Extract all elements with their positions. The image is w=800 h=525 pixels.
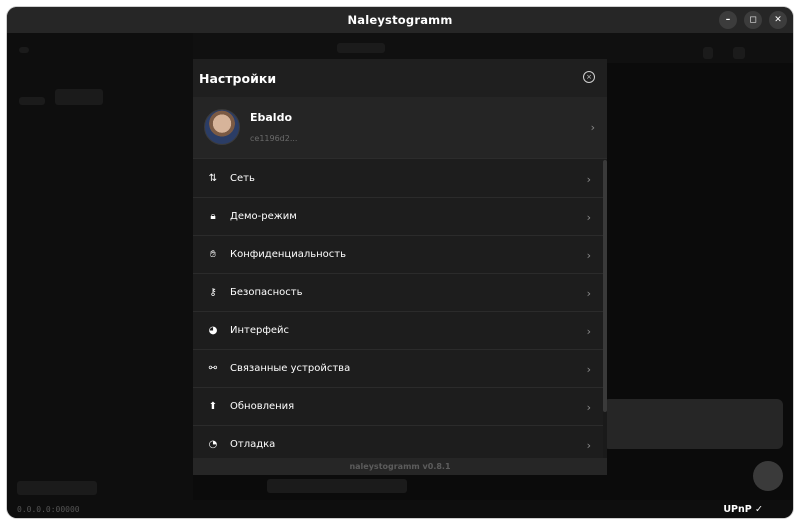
profile-id: ce1196d2... [250,134,298,143]
avatar [753,461,783,491]
settings-title: Настройки [199,70,277,86]
status-bar: 0.0.0.0:00000 UPnP ✓ [7,500,793,518]
settings-item-demo-mode[interactable]: 🔒︎ Демо-режим › [193,198,603,236]
close-settings-icon[interactable]: × [583,71,595,83]
chevron-right-icon: › [586,211,591,224]
profile-avatar [204,109,240,145]
settings-item-debug[interactable]: ◔ Отладка › [193,426,603,458]
phone-icon [703,47,713,59]
settings-item-security[interactable]: ⚷ Безопасность › [193,274,603,312]
chevron-right-icon: › [586,287,591,300]
chevron-right-icon: › [590,121,595,134]
chevron-right-icon: › [586,439,591,452]
more-icon [733,47,745,59]
settings-item-label: Отладка [230,439,276,450]
message-input [267,479,407,493]
upnp-status: UPnP ✓ [723,503,763,515]
settings-dialog: Настройки × Ebaldo ce1196d2... › ⇅ Сеть … [193,59,607,475]
settings-item-label: Интерфейс [230,325,290,336]
lock-icon: 🔒︎ [210,211,216,222]
profile-name: Ebaldo [250,111,293,124]
settings-header: Настройки × [193,59,607,97]
settings-item-linked-devices[interactable]: ⚯ Связанные устройства › [193,350,603,388]
placeholder-text [19,97,45,105]
placeholder-chip [55,89,103,105]
pie-chart-icon: ◔ [208,439,218,450]
chevron-right-icon: › [586,249,591,262]
settings-item-label: Демо-режим [230,211,297,222]
settings-item-updates[interactable]: ⬆ Обновления › [193,388,603,426]
settings-item-interface[interactable]: ◕ Интерфейс › [193,312,603,350]
settings-item-label: Конфиденциальность [230,249,347,260]
version-footer: naleystogramm v0.8.1 [193,458,607,475]
ip-address: 0.0.0.0:00000 [17,504,80,514]
settings-item-label: Безопасность [230,287,303,298]
chevron-right-icon: › [586,363,591,376]
scrollbar-thumb[interactable] [603,160,607,412]
chevron-right-icon: › [586,325,591,338]
settings-item-label: Сеть [230,173,255,184]
palette-icon: ◕ [208,325,218,336]
settings-item-label: Связанные устройства [230,363,351,374]
arrows-updown-icon: ⇅ [208,173,218,184]
window-title: Naleystogramm [347,13,453,27]
settings-item-label: Обновления [230,401,295,412]
title-bar[interactable]: Naleystogramm – ◻ ✕ [7,7,793,33]
close-window-button[interactable]: ✕ [769,11,787,29]
profile-card[interactable]: Ebaldo ce1196d2... › [193,97,607,159]
hand-icon: ✋︎ [210,249,216,260]
settings-item-privacy[interactable]: ✋︎ Конфиденциальность › [193,236,603,274]
key-icon: ⚷ [209,287,217,298]
menu-icon [19,47,29,53]
message-bubble [603,399,783,449]
settings-menu: ⇅ Сеть › 🔒︎ Демо-режим › ✋︎ Конфиденциал… [193,160,607,458]
chat-title-placeholder [337,43,385,53]
chevron-right-icon: › [586,173,591,186]
maximize-button[interactable]: ◻ [744,11,762,29]
settings-item-network[interactable]: ⇅ Сеть › [193,160,603,198]
status-placeholder [17,481,97,495]
arrow-up-icon: ⬆ [208,401,218,412]
link-devices-icon: ⚯ [208,363,218,374]
minimize-button[interactable]: – [719,11,737,29]
chevron-right-icon: › [586,401,591,414]
app-window: Naleystogramm – ◻ ✕ 0.0.0.0:00000 UPnP ✓… [7,7,793,518]
